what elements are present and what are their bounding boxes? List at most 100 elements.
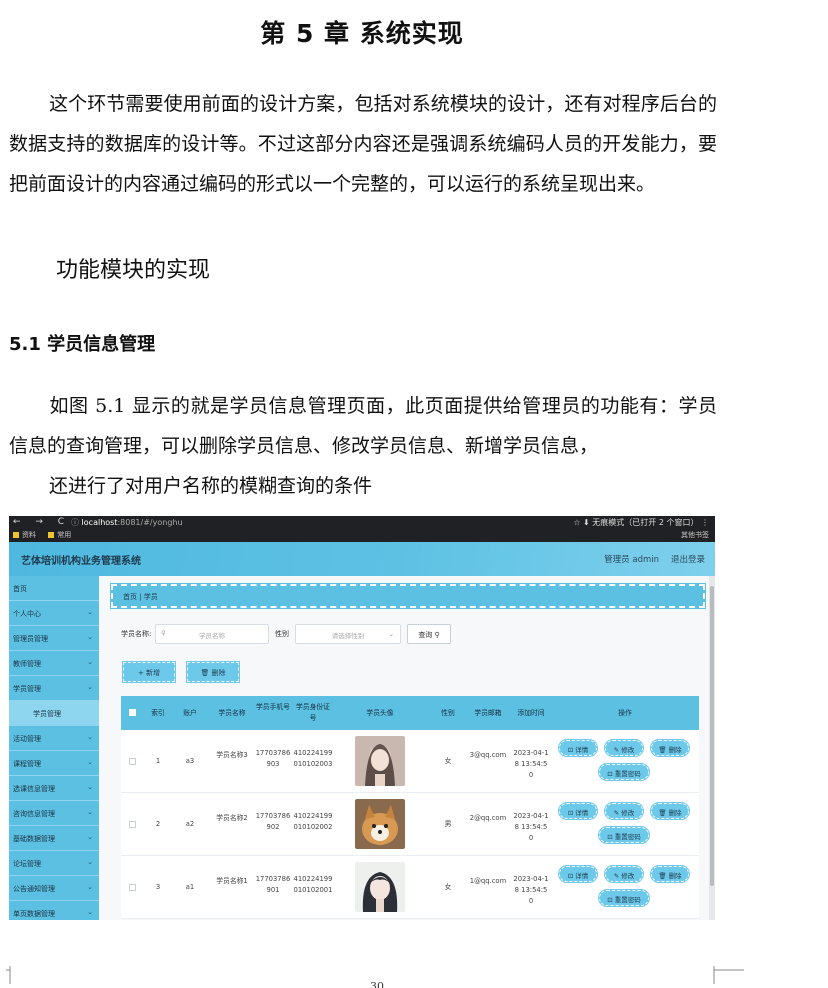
student-avatar — [355, 862, 405, 912]
table-row: 2 a2 学员名称2 17703786902 410224199010102002 男 2@… — [121, 793, 699, 856]
sidebar-item-label: 单页数据管理 — [13, 910, 55, 918]
chevron-down-icon: ⌄ — [87, 733, 93, 741]
column-header: 学员邮箱 — [474, 709, 502, 717]
edit-button[interactable]: ✎ 修改 — [604, 802, 644, 820]
reset-password-button[interactable]: ⊡ 重置密码 — [598, 826, 650, 844]
other-bookmarks[interactable]: 其他书签 — [681, 530, 709, 540]
reset-password-button[interactable]: ⊡ 重置密码 — [598, 889, 650, 907]
sidebar-item-label: 咨询信息管理 — [13, 810, 55, 818]
cell-index: 1 — [155, 757, 161, 765]
sidebar-item[interactable]: 选课信息管理 ⌄ — [9, 776, 99, 801]
chapter-title: 第 5 章 系统实现 — [260, 19, 464, 48]
row-checkbox[interactable] — [129, 821, 136, 828]
sidebar-subitem[interactable]: 学员管理 — [9, 701, 99, 726]
row-checkbox[interactable] — [129, 884, 136, 891]
cell-phone: 17703786901 — [255, 875, 291, 894]
search-button[interactable]: 查询 ⚲ — [407, 624, 451, 644]
cell-email: 3@qq.com — [469, 751, 507, 759]
table-row: 3 a1 学员名称1 17703786901 410224199010102001 女 1@… — [121, 856, 699, 919]
edit-button[interactable]: ✎ 修改 — [604, 739, 644, 757]
chevron-down-icon: ⌄ — [87, 783, 93, 791]
cell-phone: 17703786902 — [255, 812, 291, 831]
sidebar-item-label: 课程管理 — [13, 760, 41, 768]
detail-button[interactable]: ⊡ 详情 — [558, 865, 598, 883]
column-header: 操作 — [618, 709, 632, 717]
chevron-down-icon: ⌄ — [87, 658, 93, 666]
cell-index: 2 — [155, 820, 161, 828]
section-title: 5.1 学员信息管理 — [9, 334, 156, 355]
bookmark-item[interactable]: 资料 — [13, 531, 36, 539]
row-delete-button[interactable]: 🗑 删除 — [650, 865, 690, 883]
chevron-down-icon: ⌄ — [87, 883, 93, 891]
cell-gender: 男 — [444, 820, 452, 828]
browser-actions[interactable]: ☆ ⬇ 无痕模式（已打开 2 个窗口） ⋮ — [573, 517, 709, 528]
column-header: 添加时间 — [517, 709, 545, 717]
chevron-down-icon: ⌄ — [87, 758, 93, 766]
name-label: 学员名称: — [121, 630, 152, 638]
select-all-checkbox[interactable] — [129, 709, 136, 716]
logout-link[interactable]: 退出登录 — [671, 553, 705, 565]
sidebar-item-label: 基础数据管理 — [13, 835, 55, 843]
sidebar-item-label: 论坛管理 — [13, 860, 41, 868]
name-search-input[interactable]: ⚲ 学员名称 — [155, 624, 269, 644]
cell-idcard: 410224199010102001 — [293, 875, 333, 894]
scrollbar[interactable] — [709, 576, 715, 920]
sidebar-item[interactable]: 单页数据管理 ⌄ — [9, 901, 99, 920]
page-number: 30 — [370, 980, 384, 988]
address-bar[interactable]: ⓘ localhost:8081/#/yonghu — [71, 517, 183, 528]
corner-mark — [6, 966, 11, 984]
row-checkbox[interactable] — [129, 758, 136, 765]
chevron-down-icon: ⌄ — [87, 808, 93, 816]
scrollbar-thumb[interactable] — [710, 586, 714, 886]
detail-button[interactable]: ⊡ 详情 — [558, 739, 598, 757]
chevron-down-icon: ⌄ — [87, 633, 93, 641]
detail-button[interactable]: ⊡ 详情 — [558, 802, 598, 820]
corner-mark — [713, 966, 744, 984]
sidebar-item-label: 公告通知管理 — [13, 885, 55, 893]
sidebar-item[interactable]: 学员管理 ⌄ — [9, 676, 99, 701]
table-row: 1 a3 学员名称3 17703786903 410224199010102003 女 3@… — [121, 730, 699, 793]
chevron-down-icon: ⌄ — [87, 683, 93, 691]
section-paragraph-2: 还进行了对用户名称的模糊查询的条件 — [49, 475, 373, 497]
app-header: 艺体培训机构业务管理系统 管理员 admin 退出登录 — [9, 542, 715, 576]
sidebar-item[interactable]: 活动管理 ⌄ — [9, 726, 99, 751]
sidebar-item-label: 学员管理 — [13, 685, 41, 693]
column-header: 学员名称 — [218, 709, 246, 717]
sidebar-item[interactable]: 教师管理 ⌄ — [9, 651, 99, 676]
browser-bar: ← → C ⓘ localhost:8081/#/yonghu ☆ ⬇ 无痕模式… — [9, 516, 715, 542]
search-icon: ⚲ — [161, 629, 166, 637]
bookmark-item[interactable]: 常用 — [48, 531, 71, 539]
cell-idcard: 410224199010102003 — [293, 749, 333, 768]
sidebar-item[interactable]: 公告通知管理 ⌄ — [9, 876, 99, 901]
cell-gender: 女 — [444, 757, 452, 765]
cell-phone: 17703786903 — [255, 749, 291, 768]
student-avatar — [355, 736, 405, 786]
column-header: 性别 — [441, 709, 455, 717]
edit-button[interactable]: ✎ 修改 — [604, 865, 644, 883]
chevron-down-icon: ⌄ — [87, 858, 93, 866]
sidebar-item[interactable]: 咨询信息管理 ⌄ — [9, 801, 99, 826]
breadcrumb: 首页 | 学员 — [110, 583, 706, 609]
cell-idcard: 410224199010102002 — [293, 812, 333, 831]
cell-name: 学员名称2 — [216, 814, 248, 822]
sidebar-item[interactable]: 论坛管理 ⌄ — [9, 851, 99, 876]
gender-select[interactable]: 请选择性别 ⌄ — [295, 624, 401, 644]
sidebar-item-label: 学员管理 — [33, 710, 61, 718]
column-header: 学员头像 — [366, 709, 394, 717]
column-header: 索引 — [151, 709, 165, 717]
table-header: 索引 账户 学员名称 学员手机号 学员身份证号 学员头像 性别 学员邮箱 添加时间 操作 — [121, 696, 699, 730]
reset-password-button[interactable]: ⊡ 重置密码 — [598, 763, 650, 781]
add-button[interactable]: + 新增 — [122, 661, 176, 683]
sidebar-item[interactable]: 课程管理 ⌄ — [9, 751, 99, 776]
delete-button[interactable]: 🗑 删除 — [186, 661, 240, 683]
sidebar-item[interactable]: 个人中心 ⌄ — [9, 601, 99, 626]
row-delete-button[interactable]: 🗑 删除 — [650, 739, 690, 757]
row-delete-button[interactable]: 🗑 删除 — [650, 802, 690, 820]
cell-time: 2023-04-18 13:54:50 — [513, 749, 549, 779]
sidebar-item[interactable]: 基础数据管理 ⌄ — [9, 826, 99, 851]
sidebar-item[interactable]: 管理员管理 ⌄ — [9, 626, 99, 651]
sidebar-item[interactable]: 首页 — [9, 576, 99, 601]
column-header: 学员手机号 — [256, 703, 290, 711]
browser-nav-icons[interactable]: ← → C — [13, 517, 70, 527]
cell-email: 2@qq.com — [469, 814, 507, 822]
